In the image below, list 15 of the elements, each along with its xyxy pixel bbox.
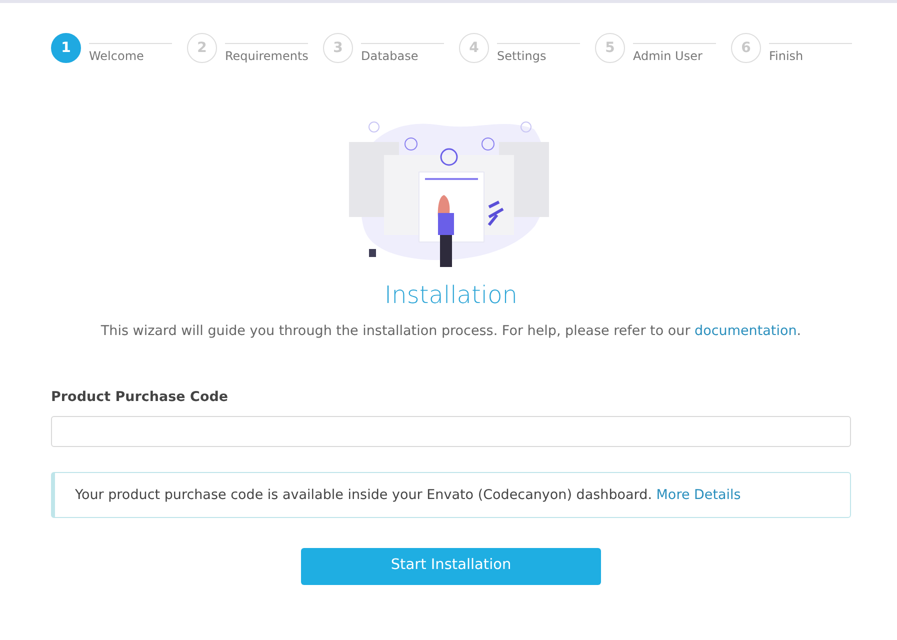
step-number[interactable]: 1 bbox=[51, 33, 81, 63]
step-label: Admin User bbox=[633, 43, 716, 65]
intro-text: This wizard will guide you through the installation process. For help, please refer to our documentation. bbox=[100, 322, 802, 341]
page-title: Installation bbox=[384, 280, 518, 311]
step-label: Finish bbox=[769, 43, 852, 65]
step-label: Database bbox=[361, 43, 444, 65]
start-installation-button[interactable]: Start Installation bbox=[301, 548, 601, 585]
more-details-link[interactable]: More Details bbox=[656, 486, 741, 502]
step-label: Requirements bbox=[225, 43, 308, 65]
field-label: Product Purchase Code bbox=[51, 388, 230, 408]
purchase-code-field[interactable] bbox=[51, 416, 851, 446]
info-notice: Your product purchase code is available inside your Envato (Codecanyon) dashboard. More Details bbox=[51, 472, 851, 518]
step-label: Settings bbox=[497, 43, 580, 65]
documentation-link[interactable]: documentation bbox=[694, 323, 797, 339]
step-label: Welcome bbox=[89, 43, 172, 65]
